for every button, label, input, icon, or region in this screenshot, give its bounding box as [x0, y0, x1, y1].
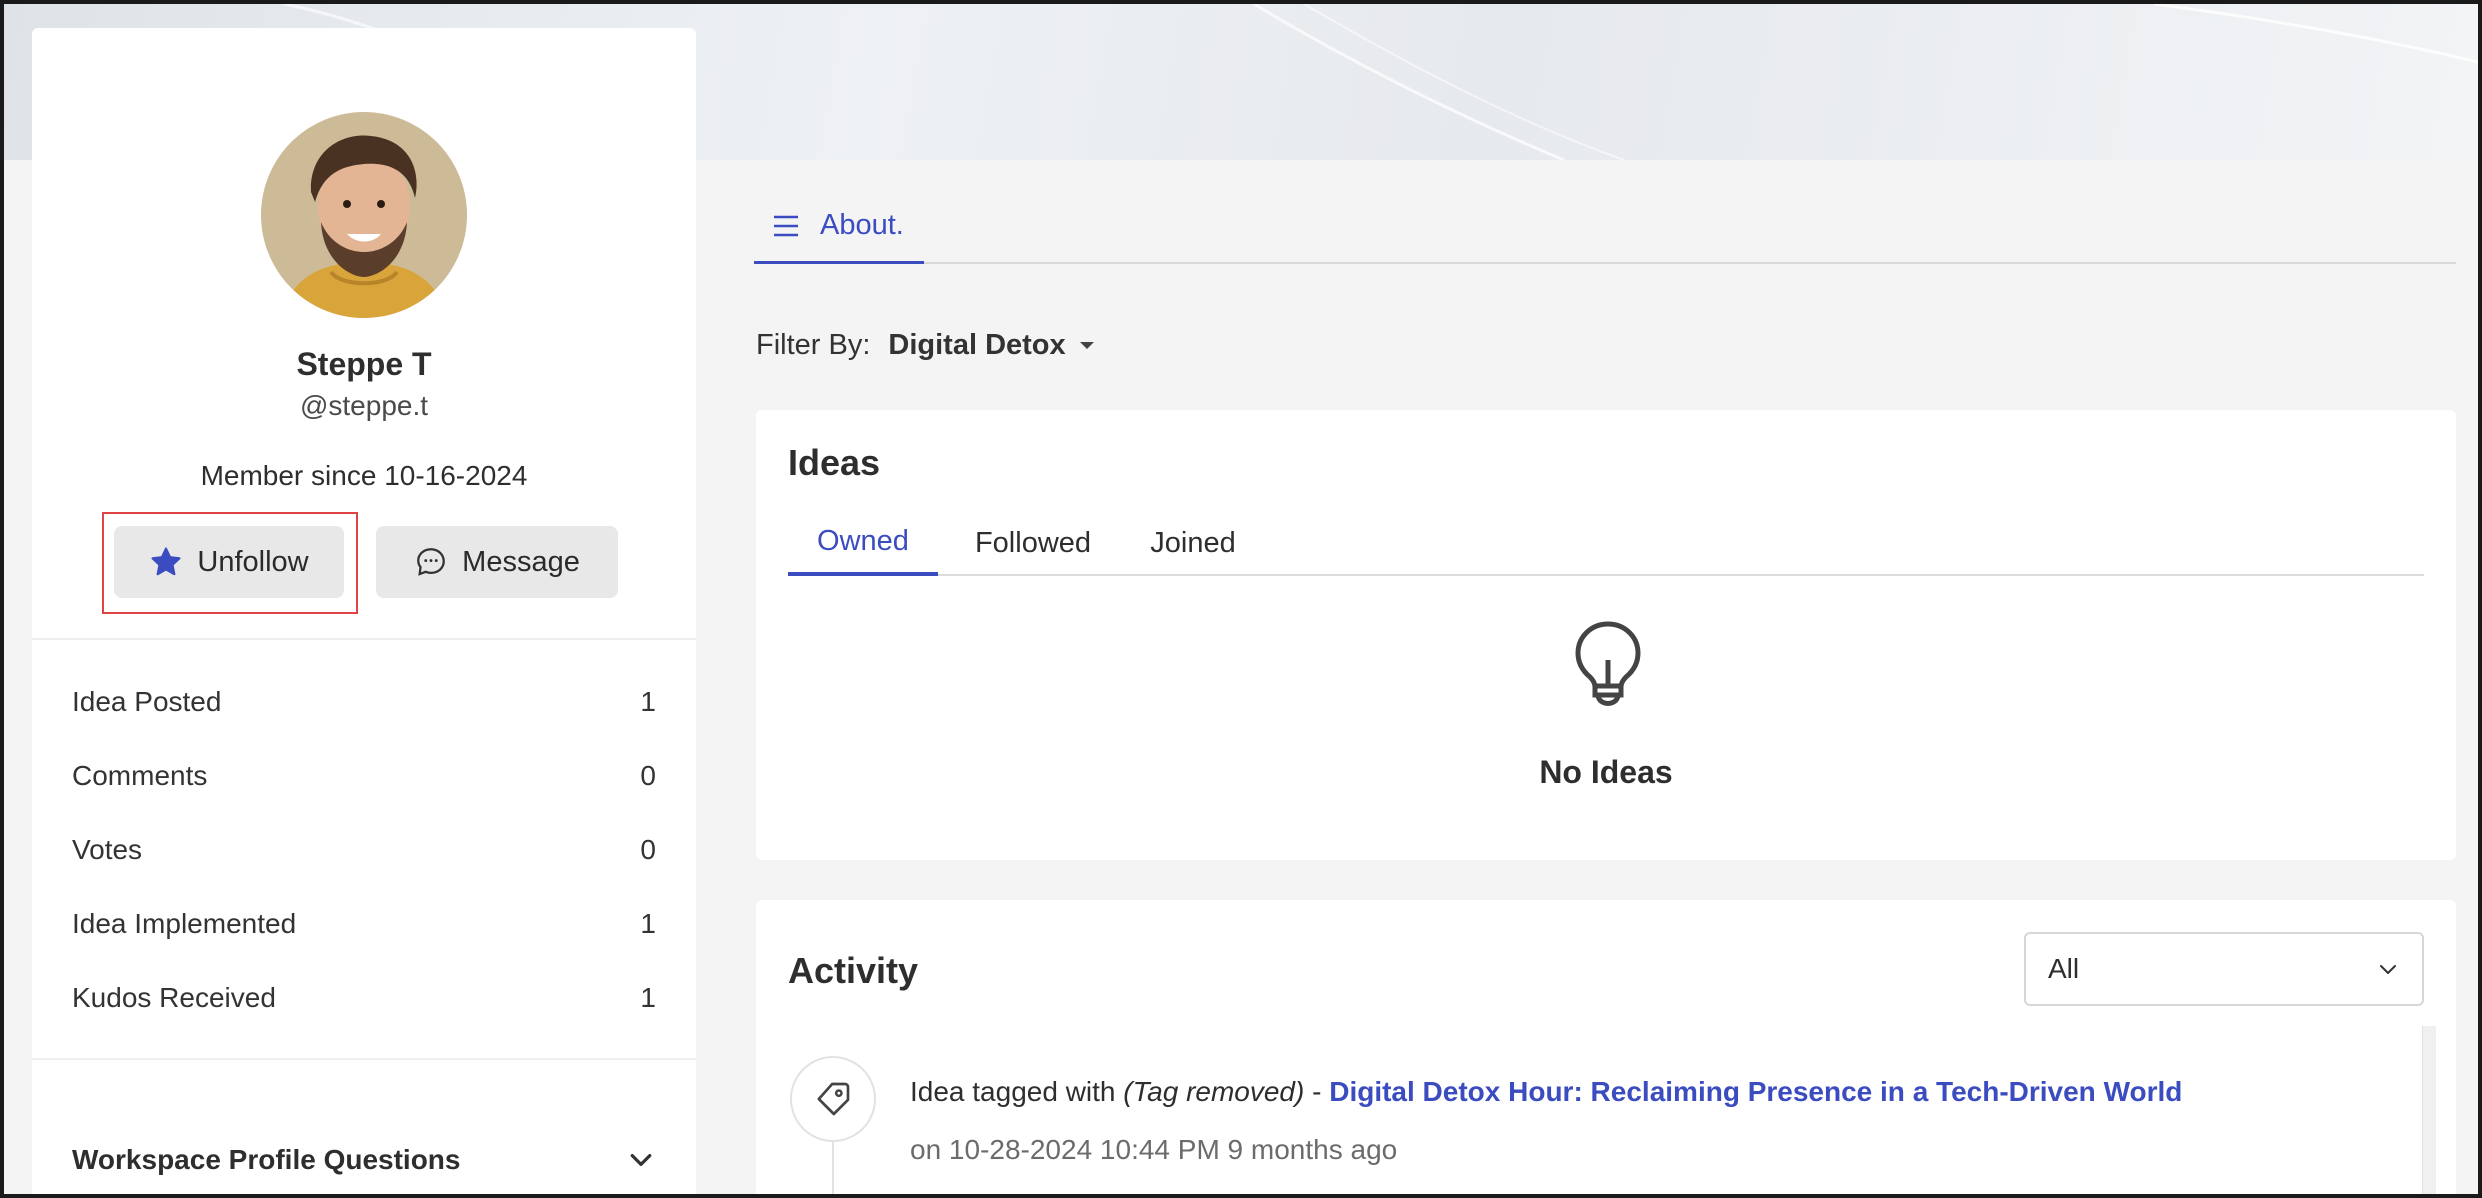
stat-value: 1 [640, 982, 656, 1013]
activity-idea-link[interactable]: Digital Detox Hour: Reclaiming Presence … [1329, 1076, 2182, 1107]
stat-row-idea-implemented: Idea Implemented 1 [72, 904, 656, 944]
workspace-profile-questions-label: Workspace Profile Questions [72, 1144, 461, 1175]
stat-label: Idea Implemented [72, 908, 297, 939]
tab-about-label: About. [820, 209, 904, 241]
chevron-down-icon [2380, 965, 2396, 974]
unfollow-button[interactable]: Unfollow [114, 526, 344, 598]
activity-card: Activity All Idea tagged with (Tag remov… [756, 900, 2456, 1194]
message-label: Message [462, 545, 580, 578]
divider [32, 1058, 696, 1060]
filter-value: Digital Detox [888, 328, 1066, 361]
lightbulb-icon [1572, 620, 1644, 717]
divider [32, 638, 696, 640]
stat-row-votes: Votes 0 [72, 830, 656, 870]
stat-row-kudos-received: Kudos Received 1 [72, 978, 656, 1018]
chat-bubble-icon [417, 548, 446, 576]
member-since: Member since 10-16-2024 [32, 460, 696, 492]
activity-tag: (Tag removed) [1123, 1076, 1305, 1107]
ideas-tabs: Owned Followed Joined [788, 510, 2424, 576]
profile-handle: @steppe.t [299, 390, 429, 421]
timeline-line [832, 1142, 834, 1194]
activity-item-text: Idea tagged with (Tag removed) - Digital… [910, 1076, 2182, 1108]
activity-filter-value: All [2048, 953, 2080, 984]
ideas-card: Ideas Owned Followed Joined No Ideas [756, 410, 2456, 860]
filter-dropdown[interactable]: Digital Detox [888, 329, 1095, 362]
activity-filter-select[interactable]: All [2024, 932, 2424, 1006]
no-ideas-label: No Ideas [1539, 754, 1673, 790]
message-button[interactable]: Message [376, 526, 618, 598]
stat-value: 1 [640, 908, 656, 939]
activity-separator: - [1312, 1076, 1322, 1107]
stat-label: Comments [72, 760, 208, 791]
stat-value: 1 [640, 686, 656, 717]
filter-label: Filter By: [756, 328, 871, 361]
unfollow-label: Unfollow [197, 545, 309, 578]
stat-value: 0 [640, 760, 656, 791]
profile-card: Steppe T @steppe.t Member since 10-16-20… [32, 28, 696, 1194]
profile-name: Steppe T [296, 346, 432, 382]
stat-label: Votes [72, 834, 143, 865]
filter-bar: Filter By: Digital Detox [756, 324, 1096, 366]
avatar [261, 112, 467, 318]
tag-icon [817, 1082, 850, 1116]
member-since-label: Member since [200, 460, 377, 491]
tab-joined[interactable]: Joined [1118, 510, 1268, 576]
activity-item-date: on 10-28-2024 10:44 PM 9 months ago [910, 1134, 1398, 1165]
activity-item-icon [790, 1056, 876, 1142]
chevron-down-icon [630, 1154, 652, 1166]
tab-followed[interactable]: Followed [958, 510, 1108, 576]
caret-down-icon [1079, 342, 1094, 349]
ideas-title: Ideas [788, 442, 881, 483]
stat-label: Kudos Received [72, 982, 276, 1013]
menu-lines-icon [774, 215, 798, 236]
profile-tabbar: About. [754, 190, 2456, 264]
stat-value: 0 [640, 834, 656, 865]
activity-title: Activity [788, 950, 919, 991]
stat-label: Idea Posted [72, 686, 222, 717]
page-frame: Steppe T @steppe.t Member since 10-16-20… [0, 0, 2482, 1198]
member-since-date: 10-16-2024 [384, 460, 528, 491]
stat-row-ideas-posted: Idea Posted 1 [72, 682, 656, 722]
tab-owned[interactable]: Owned [788, 510, 938, 576]
activity-scrollbar[interactable] [2422, 1026, 2436, 1194]
star-icon [151, 547, 181, 576]
workspace-profile-questions-toggle[interactable]: Workspace Profile Questions [72, 1136, 656, 1184]
activity-prefix: Idea tagged with [910, 1076, 1116, 1107]
tab-about[interactable]: About. [754, 190, 924, 264]
stat-row-comments: Comments 0 [72, 756, 656, 796]
